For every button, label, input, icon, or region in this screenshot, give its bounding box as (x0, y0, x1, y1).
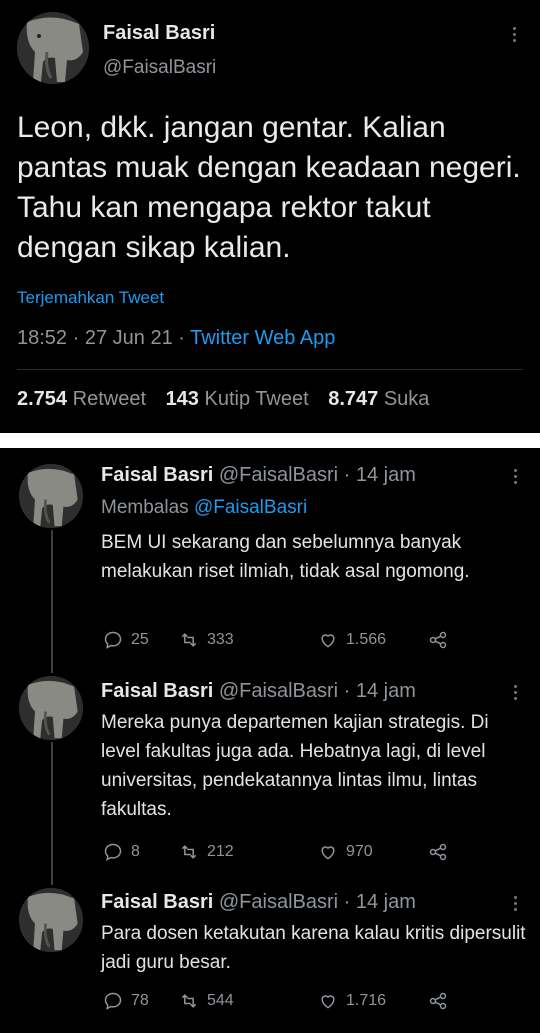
retweet-button[interactable]: 212 (179, 840, 234, 864)
retweets-stat[interactable]: 2.754 Retweet (17, 388, 146, 410)
like-count: 1.716 (346, 992, 387, 1009)
heart-icon (321, 634, 335, 648)
author-handle[interactable]: @FaisalBasri (219, 464, 338, 486)
thread-connector (51, 742, 53, 885)
share-icon (429, 843, 447, 861)
tweet-text: Para dosen ketakutan karena kalau kritis… (101, 923, 526, 973)
tweet-time[interactable]: 18:52 (17, 327, 67, 349)
retweet-count: 212 (207, 843, 234, 860)
divider (17, 369, 523, 370)
tweet-header: Faisal Basri @FaisalBasri · 14 jam (101, 464, 416, 486)
thread-connector (51, 530, 53, 673)
retweet-button[interactable]: 333 (179, 628, 234, 652)
like-button[interactable]: 1.566 (318, 628, 386, 652)
retweet-icon (181, 994, 197, 1008)
share-button[interactable] (428, 989, 448, 1013)
tweet-header: Faisal Basri @FaisalBasri · 14 jam (101, 680, 416, 702)
tweet-time[interactable]: 14 jam (356, 891, 416, 913)
likes-stat[interactable]: 8.747 Suka (328, 388, 429, 410)
retweet-count: 544 (207, 992, 234, 1009)
author-name[interactable]: Faisal Basri (101, 680, 213, 702)
author-avatar[interactable] (19, 888, 83, 952)
share-icon (429, 631, 447, 649)
tweet-source[interactable]: Twitter Web App (190, 327, 335, 349)
like-count: 1.566 (346, 631, 387, 648)
tweet-time[interactable]: 14 jam (356, 680, 416, 702)
tweet-actions: 25 333 1.566 (101, 628, 521, 652)
reply-button[interactable]: 8 (103, 840, 140, 864)
retweet-icon (181, 845, 197, 859)
like-count: 970 (346, 843, 373, 860)
tweet-date[interactable]: 27 Jun 21 (85, 327, 173, 349)
more-vertical-icon[interactable] (510, 896, 520, 911)
tweet-header: Faisal Basri @FaisalBasri · 14 jam (101, 891, 416, 913)
translate-tweet-link[interactable]: Terjemahkan Tweet (17, 288, 164, 308)
author-handle[interactable]: @FaisalBasri (103, 57, 216, 79)
replying-to: Membalas @FaisalBasri (101, 497, 308, 518)
screenshot-separator (0, 433, 540, 448)
reply-button[interactable]: 78 (103, 989, 149, 1013)
author-name[interactable]: Faisal Basri (103, 22, 215, 45)
author-handle[interactable]: @FaisalBasri (219, 891, 338, 913)
tweet-text: Leon, dkk. jangan gentar. Kalian pantas … (17, 111, 521, 264)
reply-count: 25 (131, 631, 149, 648)
retweet-icon (181, 633, 197, 647)
heart-icon (321, 995, 335, 1009)
tweet-text: Mereka punya departemen kajian strategis… (101, 712, 489, 820)
tweet-actions: 78 544 1.716 (101, 989, 521, 1013)
tweet-meta: 18:52 · 27 Jun 21 · Twitter Web App (17, 327, 336, 349)
quotes-stat[interactable]: 143 Kutip Tweet (166, 388, 309, 410)
share-button[interactable] (428, 840, 448, 864)
author-handle[interactable]: @FaisalBasri (219, 680, 338, 702)
reply-mention[interactable]: @FaisalBasri (194, 497, 307, 518)
share-button[interactable] (428, 628, 448, 652)
more-vertical-icon[interactable] (510, 685, 520, 700)
tweet-time[interactable]: 14 jam (356, 464, 416, 486)
like-button[interactable]: 1.716 (318, 989, 386, 1013)
author-name[interactable]: Faisal Basri (101, 891, 213, 913)
thread: Faisal Basri @FaisalBasri · 14 jam Memba… (0, 448, 540, 1033)
heart-icon (321, 846, 335, 860)
author-avatar[interactable] (19, 464, 83, 528)
retweet-count: 333 (207, 631, 234, 648)
share-icon (429, 992, 447, 1010)
author-name[interactable]: Faisal Basri (101, 464, 213, 486)
comment-icon (104, 843, 122, 861)
reply-count: 8 (131, 843, 140, 860)
comment-icon (104, 992, 122, 1010)
tweet-stats: 2.754 Retweet 143 Kutip Tweet 8.747 Suka (17, 388, 429, 411)
more-vertical-icon[interactable] (509, 27, 519, 42)
like-button[interactable]: 970 (318, 840, 373, 864)
tweet-actions: 8 212 970 (101, 840, 521, 864)
retweet-button[interactable]: 544 (179, 989, 234, 1013)
author-avatar[interactable] (19, 676, 83, 740)
tweet-text: BEM UI sekarang dan sebelumnya banyak me… (101, 532, 470, 582)
main-tweet: Faisal Basri @FaisalBasri Leon, dkk. jan… (0, 0, 540, 433)
author-avatar[interactable] (17, 12, 89, 84)
more-vertical-icon[interactable] (510, 469, 520, 484)
comment-icon (104, 631, 122, 649)
elephant-avatar-icon (19, 888, 83, 952)
reply-button[interactable]: 25 (103, 628, 149, 652)
elephant-avatar-icon (19, 464, 83, 528)
elephant-avatar-icon (19, 676, 83, 740)
elephant-avatar-icon (17, 12, 89, 84)
reply-count: 78 (131, 992, 149, 1009)
